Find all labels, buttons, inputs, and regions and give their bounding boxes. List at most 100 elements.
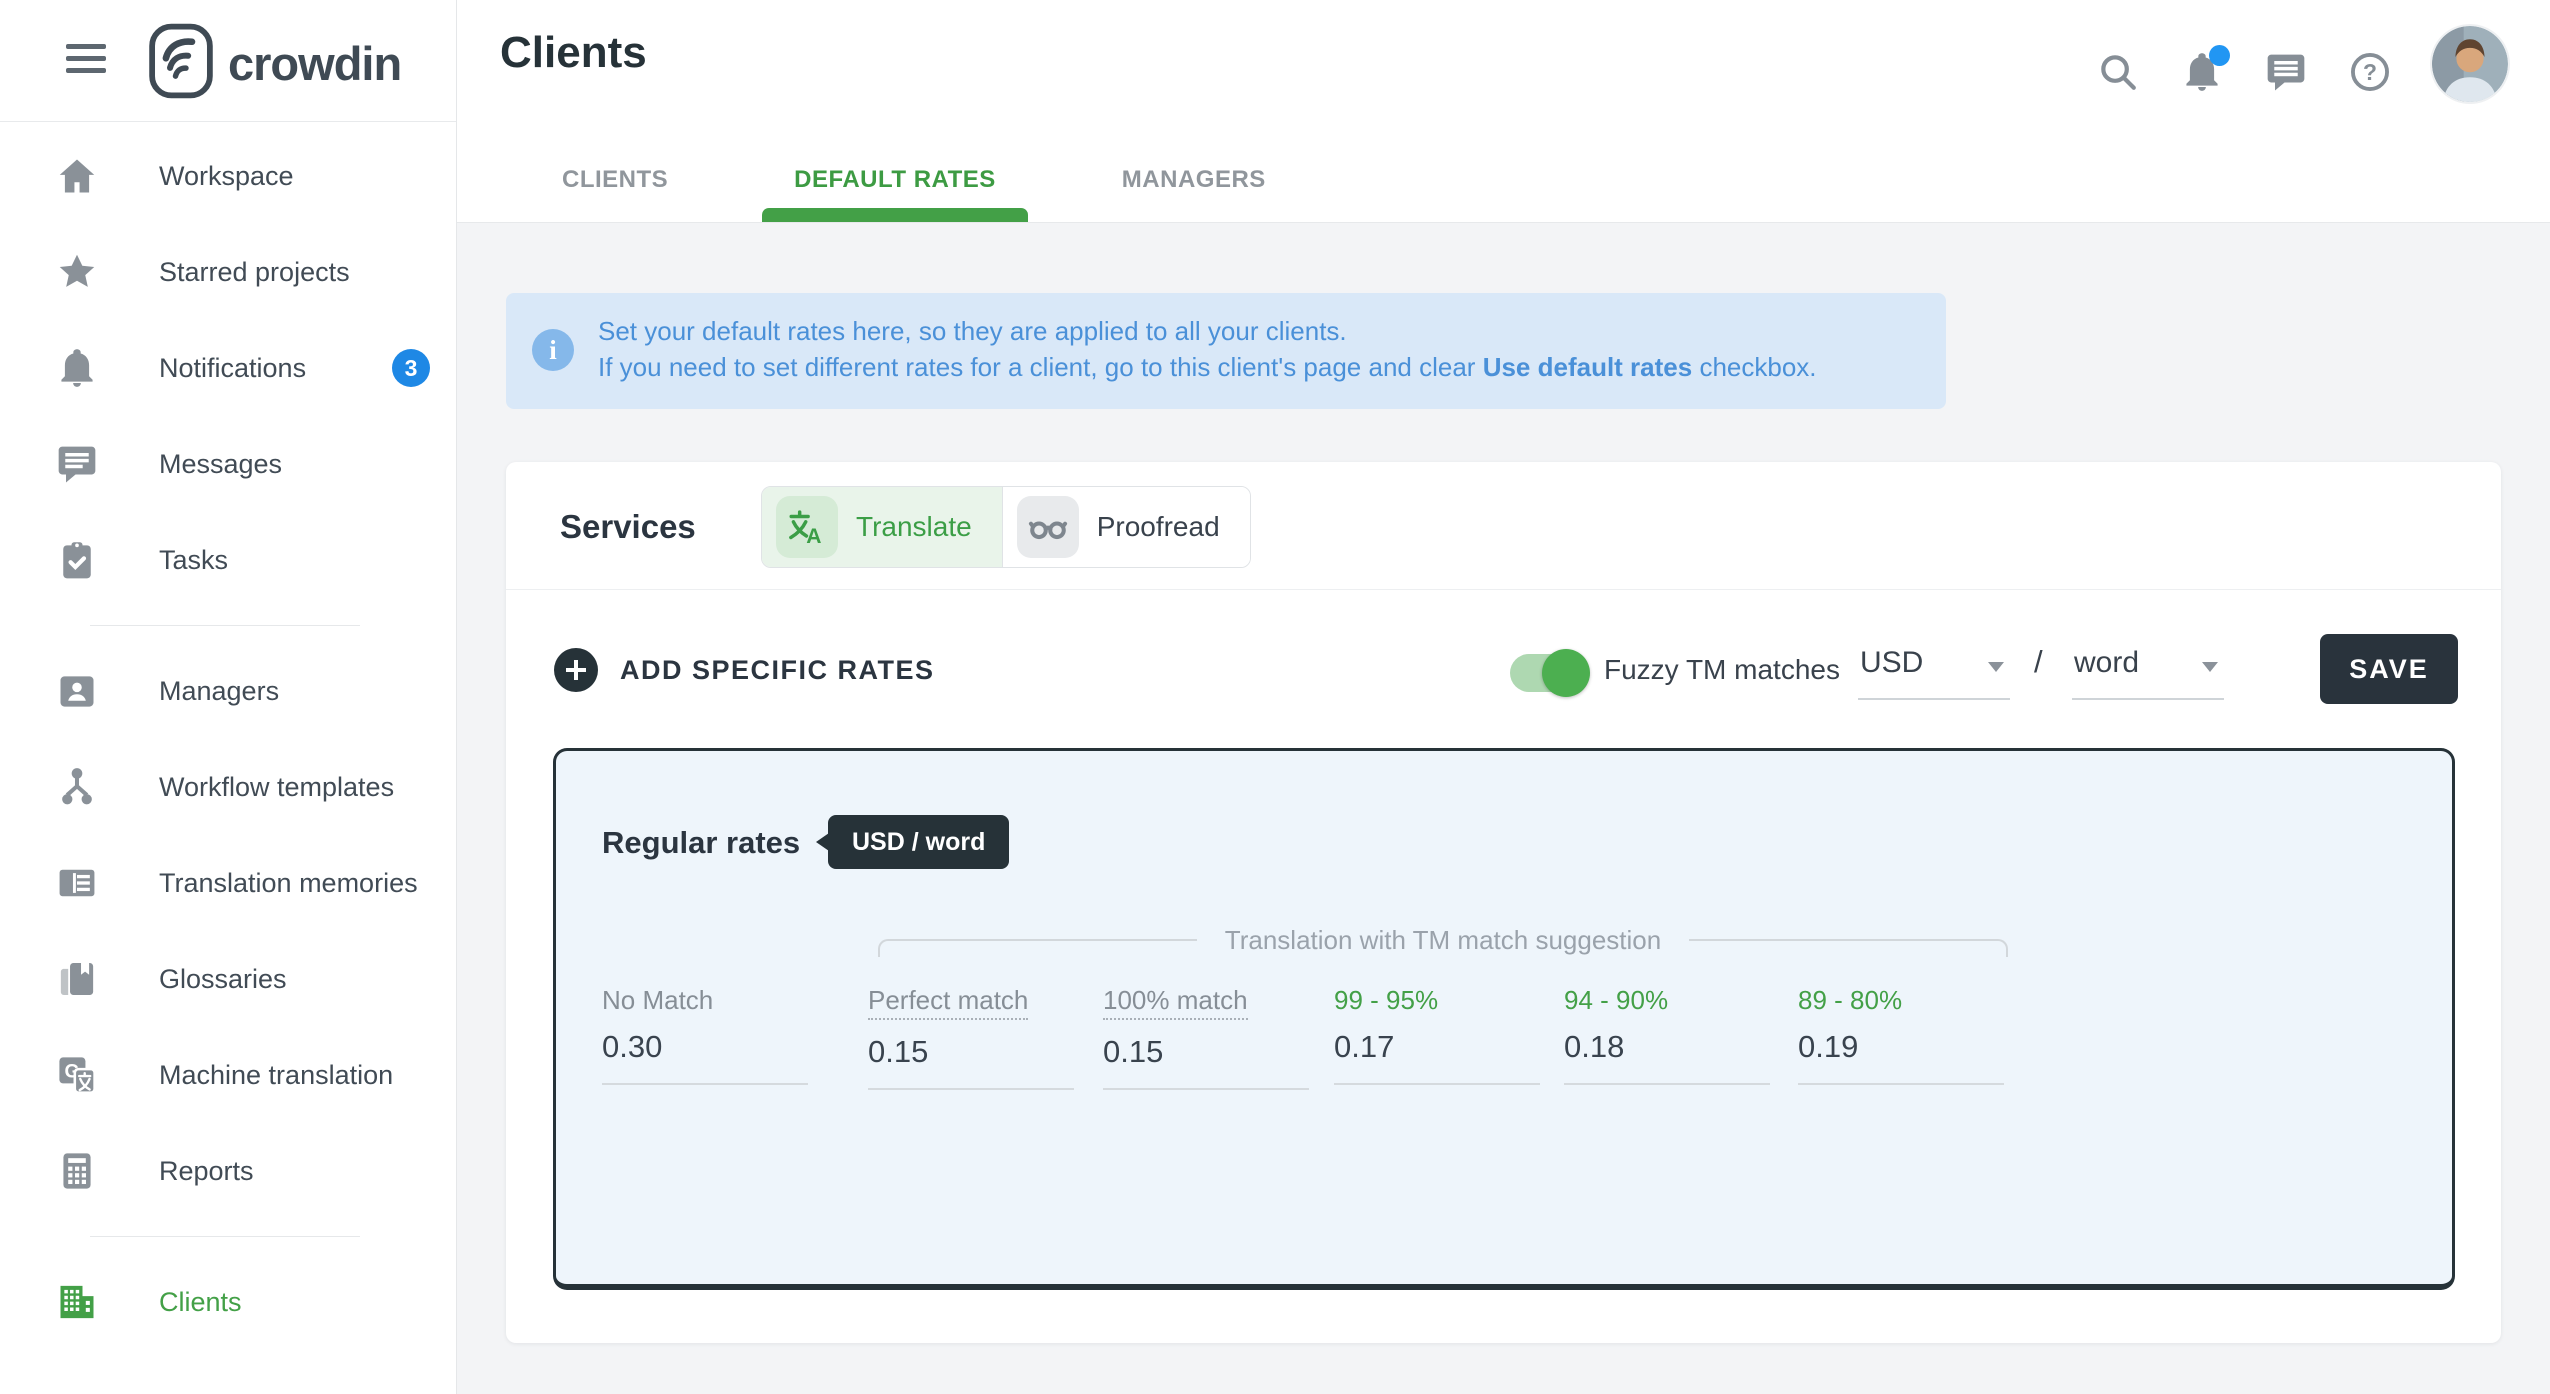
- sidebar-top: crowdin: [0, 0, 456, 122]
- sidebar-item-label: Starred projects: [159, 257, 350, 288]
- info-banner: i Set your default rates here, so they a…: [506, 293, 1946, 409]
- sidebar-item-label: Tasks: [159, 545, 228, 576]
- rate-label: 99 - 95%: [1334, 985, 1438, 1015]
- rate-label[interactable]: 100% match: [1103, 985, 1248, 1020]
- service-switcher: A Translate Proofread: [761, 486, 1251, 568]
- service-option-translate[interactable]: A Translate: [762, 487, 1002, 567]
- sidebar-item-label: Reports: [159, 1156, 254, 1187]
- clients-building-icon: [55, 1280, 99, 1324]
- tab-managers[interactable]: MANAGERS: [1090, 138, 1298, 222]
- crowdin-logo[interactable]: crowdin: [148, 22, 401, 105]
- sidebar-item-label: Notifications: [159, 353, 306, 384]
- currency-value: USD: [1860, 646, 1923, 680]
- add-specific-rates-label: ADD SPECIFIC RATES: [620, 655, 935, 686]
- info-line-2: If you need to set different rates for a…: [598, 349, 1817, 385]
- svg-text:?: ?: [2363, 59, 2377, 85]
- rate-label: No Match: [602, 985, 713, 1015]
- use-default-rates-emphasis: Use default rates: [1483, 352, 1693, 382]
- rate-column-100-match: 100% match 0.15: [1103, 985, 1309, 1090]
- sidebar-item-label: Messages: [159, 449, 282, 480]
- sidebar-item-workspace[interactable]: Workspace: [0, 128, 456, 224]
- rate-input[interactable]: 0.19: [1798, 1029, 2004, 1065]
- info-line-1: Set your default rates here, so they are…: [598, 313, 1817, 349]
- notifications-count-badge: 3: [392, 349, 430, 387]
- help-icon[interactable]: ?: [2348, 50, 2392, 94]
- add-specific-rates-button[interactable]: ADD SPECIFIC RATES: [554, 648, 935, 692]
- fuzzy-tm-toggle[interactable]: [1510, 654, 1586, 692]
- star-icon: [55, 250, 99, 294]
- tm-match-group-label: Translation with TM match suggestion: [1197, 925, 1689, 956]
- user-avatar[interactable]: [2432, 26, 2508, 102]
- unit-value: word: [2074, 646, 2139, 680]
- rate-input[interactable]: 0.18: [1564, 1029, 1770, 1065]
- rate-column-99-95: 99 - 95% 0.17: [1334, 985, 1540, 1085]
- rate-input[interactable]: 0.30: [602, 1029, 808, 1065]
- sidebar-item-reports[interactable]: Reports: [0, 1123, 456, 1219]
- fuzzy-tm-label: Fuzzy TM matches: [1604, 654, 1840, 686]
- rate-label: 89 - 80%: [1798, 985, 1902, 1015]
- card-divider: [506, 589, 2501, 590]
- brand-name: crowdin: [228, 36, 401, 91]
- currency-select[interactable]: USD: [1858, 638, 2010, 700]
- sidebar-nav: Workspace Starred projects Notifications…: [0, 128, 456, 1350]
- message-icon: [55, 442, 99, 486]
- home-icon: [55, 154, 99, 198]
- search-icon[interactable]: [2096, 50, 2140, 94]
- bracket-line-right: [1689, 939, 2008, 957]
- chevron-down-icon: [2202, 662, 2218, 672]
- rate-input[interactable]: 0.15: [1103, 1034, 1309, 1070]
- tasks-icon: [55, 538, 99, 582]
- sidebar-item-messages[interactable]: Messages: [0, 416, 456, 512]
- regular-rates-heading: Regular rates: [602, 825, 800, 861]
- sidebar-item-label: Managers: [159, 676, 279, 707]
- plus-icon: [554, 648, 598, 692]
- save-button[interactable]: SAVE: [2320, 634, 2458, 704]
- active-tab-indicator: [762, 208, 1028, 222]
- rate-input-underline: [868, 1088, 1074, 1090]
- notifications-bell-icon[interactable]: [2180, 50, 2224, 94]
- rate-input-underline: [1103, 1088, 1309, 1090]
- info-banner-text: Set your default rates here, so they are…: [598, 313, 1817, 385]
- sidebar-item-workflow-templates[interactable]: Workflow templates: [0, 739, 456, 835]
- sidebar-item-tasks[interactable]: Tasks: [0, 512, 456, 608]
- rate-label: 94 - 90%: [1564, 985, 1668, 1015]
- rate-input[interactable]: 0.15: [868, 1034, 1074, 1070]
- service-option-label: Proofread: [1097, 511, 1220, 543]
- sidebar-item-clients[interactable]: Clients: [0, 1254, 456, 1350]
- sidebar-item-translation-memories[interactable]: Translation memories: [0, 835, 456, 931]
- rate-column-perfect-match: Perfect match 0.15: [868, 985, 1074, 1090]
- hamburger-menu-icon[interactable]: [66, 44, 106, 78]
- tab-bar: CLIENTS DEFAULT RATES MANAGERS: [530, 138, 1298, 222]
- rate-label[interactable]: Perfect match: [868, 985, 1028, 1020]
- sidebar-item-starred-projects[interactable]: Starred projects: [0, 224, 456, 320]
- rate-column-94-90: 94 - 90% 0.18: [1564, 985, 1770, 1085]
- messages-icon[interactable]: [2264, 50, 2308, 94]
- rate-input-underline: [1334, 1083, 1540, 1085]
- sidebar-item-label: Workspace: [159, 161, 294, 192]
- rate-input-underline: [1798, 1083, 2004, 1085]
- sidebar-item-managers[interactable]: Managers: [0, 643, 456, 739]
- workflow-icon: [55, 765, 99, 809]
- proofread-glasses-icon: [1017, 496, 1079, 558]
- crowdin-app: crowdin Workspace Starred projects Notif…: [0, 0, 2550, 1394]
- sidebar-divider: [90, 625, 360, 626]
- managers-icon: [55, 669, 99, 713]
- rate-column-no-match: No Match 0.30: [602, 985, 808, 1085]
- tab-default-rates[interactable]: DEFAULT RATES: [762, 138, 1028, 222]
- page-title: Clients: [500, 28, 647, 78]
- notification-dot: [2209, 45, 2230, 66]
- service-option-label: Translate: [856, 511, 972, 543]
- sidebar-divider: [90, 1236, 360, 1237]
- tab-clients[interactable]: CLIENTS: [530, 138, 700, 222]
- sidebar-item-notifications[interactable]: Notifications 3: [0, 320, 456, 416]
- unit-select[interactable]: word: [2072, 638, 2224, 700]
- service-option-proofread[interactable]: Proofread: [1002, 487, 1250, 567]
- sidebar-item-label: Workflow templates: [159, 772, 394, 803]
- sidebar-item-glossaries[interactable]: Glossaries: [0, 931, 456, 1027]
- sidebar-item-machine-translation[interactable]: G Machine translation: [0, 1027, 456, 1123]
- rate-input-underline: [602, 1083, 808, 1085]
- toggle-knob: [1542, 649, 1590, 697]
- rate-input[interactable]: 0.17: [1334, 1029, 1540, 1065]
- bell-icon: [55, 346, 99, 390]
- machine-translation-icon: G: [55, 1053, 99, 1097]
